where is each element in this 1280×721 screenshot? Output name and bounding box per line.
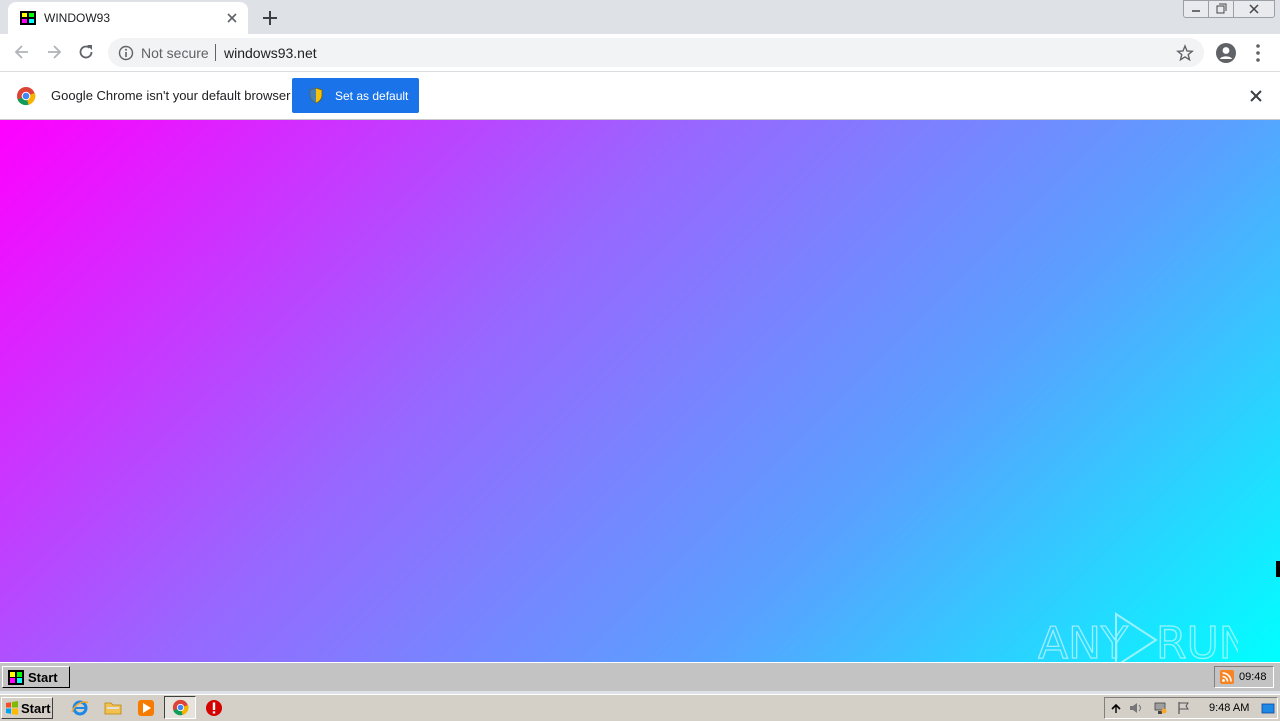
svg-text:RUN: RUN bbox=[1156, 618, 1238, 662]
system-tray: 9:48 AM bbox=[1104, 697, 1278, 719]
windows93-taskbar: Start 09:48 bbox=[0, 662, 1280, 691]
windows93-desktop[interactable]: ANY RUN bbox=[0, 120, 1280, 662]
windows93-tray: 09:48 bbox=[1214, 666, 1274, 688]
chrome-taskbar-button[interactable] bbox=[164, 696, 196, 719]
uac-shield-icon bbox=[309, 87, 323, 104]
infobar-message: Google Chrome isn't your default browser bbox=[51, 88, 291, 103]
tab-strip: WINDOW93 bbox=[0, 0, 1280, 34]
windows93-start-label: Start bbox=[28, 670, 58, 685]
windows93-clock: 09:48 bbox=[1239, 671, 1267, 683]
set-as-default-label: Set as default bbox=[335, 89, 409, 103]
close-icon bbox=[1249, 4, 1259, 14]
browser-toolbar: Not secure windows93.net bbox=[0, 34, 1280, 72]
chrome-icon bbox=[172, 699, 189, 716]
windows93-favicon-icon bbox=[20, 11, 36, 25]
tab-title: WINDOW93 bbox=[44, 11, 110, 25]
back-arrow-icon[interactable] bbox=[12, 42, 32, 62]
show-hidden-icons-icon[interactable] bbox=[1109, 701, 1123, 715]
url-text[interactable]: windows93.net bbox=[224, 45, 317, 61]
window-restore-button[interactable] bbox=[1208, 0, 1234, 18]
os-taskbar: Start 9:48 AM bbox=[0, 694, 1280, 721]
volume-icon[interactable] bbox=[1129, 701, 1143, 715]
folder-icon[interactable] bbox=[104, 699, 122, 717]
stop-icon[interactable] bbox=[205, 699, 223, 717]
windows-flag-icon bbox=[6, 701, 18, 715]
os-start-label: Start bbox=[21, 701, 51, 716]
security-label[interactable]: Not secure bbox=[141, 45, 209, 61]
rss-feed-icon[interactable] bbox=[1220, 670, 1234, 684]
svg-text:ANY: ANY bbox=[1038, 618, 1128, 662]
info-icon[interactable] bbox=[118, 45, 134, 61]
more-menu-icon[interactable] bbox=[1250, 42, 1266, 64]
omnibox[interactable]: Not secure windows93.net bbox=[108, 38, 1204, 67]
show-desktop-icon[interactable] bbox=[1261, 701, 1275, 715]
minimize-icon bbox=[1192, 10, 1200, 12]
os-clock: 9:48 AM bbox=[1209, 702, 1250, 714]
window-close-button[interactable] bbox=[1233, 0, 1275, 18]
media-player-icon[interactable] bbox=[137, 699, 155, 717]
reload-icon[interactable] bbox=[76, 42, 96, 62]
chrome-logo-icon bbox=[17, 87, 36, 106]
ie-icon[interactable] bbox=[71, 699, 89, 717]
anyrun-watermark-logo: ANY RUN bbox=[1038, 612, 1238, 662]
network-icon[interactable] bbox=[1153, 701, 1167, 715]
windows93-start-button[interactable]: Start bbox=[2, 666, 70, 688]
default-browser-infobar: Google Chrome isn't your default browser… bbox=[0, 72, 1280, 120]
action-center-flag-icon[interactable] bbox=[1177, 701, 1191, 715]
new-tab-icon[interactable] bbox=[258, 6, 282, 30]
profile-avatar-icon[interactable] bbox=[1215, 42, 1237, 64]
omnibox-separator bbox=[215, 44, 216, 61]
forward-arrow-icon[interactable] bbox=[44, 42, 64, 62]
window-minimize-button[interactable] bbox=[1183, 0, 1209, 18]
infobar-close-icon[interactable] bbox=[1248, 88, 1264, 104]
mouse-cursor-icon bbox=[1276, 561, 1280, 577]
set-as-default-button[interactable]: Set as default bbox=[292, 78, 419, 113]
browser-tab[interactable]: WINDOW93 bbox=[8, 2, 248, 34]
os-start-button[interactable]: Start bbox=[1, 697, 53, 719]
restore-icon bbox=[1216, 3, 1227, 14]
bookmark-star-icon[interactable] bbox=[1176, 44, 1194, 62]
tab-close-icon[interactable] bbox=[224, 10, 240, 26]
windows93-logo-icon bbox=[8, 670, 24, 685]
